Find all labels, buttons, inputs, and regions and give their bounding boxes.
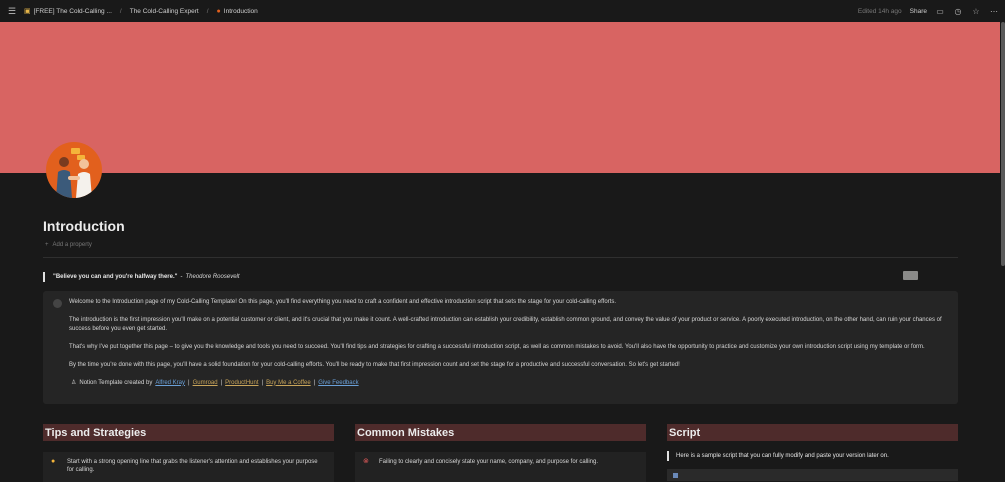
intro-callout[interactable]: Welcome to the Introduction page of my C… — [43, 291, 958, 404]
column-heading[interactable]: Script — [667, 424, 958, 441]
callout-paragraph: That's why I've put together this page –… — [69, 343, 925, 350]
credits-line: ♙ Notion Template created by Alfred Kray… — [69, 379, 948, 388]
breadcrumb-item-introduction[interactable]: Introduction — [224, 8, 258, 15]
page-cover[interactable] — [0, 22, 1000, 173]
comment-icon[interactable]: ▭ — [935, 7, 945, 16]
link-give-feedback[interactable]: Give Feedback — [318, 379, 358, 388]
script-quote[interactable]: Here is a sample script that you can ful… — [667, 451, 958, 461]
add-property-button[interactable]: + Add a property — [45, 242, 92, 248]
handshake-icon[interactable] — [46, 142, 102, 198]
more-icon[interactable]: ⋯ — [989, 7, 999, 16]
credit-prefix: Notion Template created by — [79, 379, 153, 386]
breadcrumb: ▣ [FREE] The Cold-Calling ... / The Cold… — [24, 7, 258, 16]
tip-text: Start with a strong opening line that gr… — [67, 459, 318, 473]
link-separator: | — [313, 379, 316, 386]
add-property-label: Add a property — [52, 242, 92, 248]
link-separator: | — [261, 379, 264, 386]
breadcrumb-separator: / — [119, 7, 122, 15]
star-icon[interactable]: ☆ — [971, 7, 981, 16]
scrollbar[interactable] — [1001, 22, 1005, 266]
link-alfred-kray[interactable]: Alfred Kray — [155, 379, 185, 388]
column-heading[interactable]: Common Mistakes — [355, 424, 646, 441]
callout-paragraph: By the time you're done with this page, … — [69, 361, 680, 368]
checkbox-icon[interactable] — [673, 472, 678, 478]
edited-timestamp: Edited 14h ago — [857, 7, 902, 15]
link-buy-me-a-coffee[interactable]: Buy Me a Coffee — [266, 379, 311, 388]
image-thumbnail[interactable] — [903, 271, 918, 280]
quote-text: "Believe you can and you're halfway ther… — [53, 274, 178, 280]
mistakes-column: Common Mistakes ⊗ Failing to clearly and… — [355, 424, 646, 482]
tips-column: Tips and Strategies ● Start with a stron… — [43, 424, 334, 482]
callout-paragraph: The introduction is the first impression… — [69, 317, 942, 332]
plus-icon: + — [45, 242, 49, 248]
breadcrumb-item-expert[interactable]: The Cold-Calling Expert — [130, 8, 199, 15]
history-icon[interactable]: ◷ — [953, 7, 963, 16]
link-gumroad[interactable]: Gumroad — [193, 379, 218, 388]
callout-paragraph: Welcome to the Introduction page of my C… — [69, 299, 617, 305]
breadcrumb-item-workspace[interactable]: [FREE] The Cold-Calling ... — [34, 8, 112, 15]
avatar-icon — [53, 299, 62, 308]
share-button[interactable]: Share — [910, 8, 927, 15]
quote-author: Theodore Roosevelt — [185, 274, 240, 280]
quote-block[interactable]: "Believe you can and you're halfway ther… — [43, 272, 240, 282]
mistake-text: Failing to clearly and concisely state y… — [379, 459, 599, 465]
handshake-icon: ● — [216, 7, 221, 15]
person-icon: ♙ — [71, 379, 77, 386]
folder-icon: ▣ — [24, 8, 31, 15]
column-heading[interactable]: Tips and Strategies — [43, 424, 334, 441]
menu-icon[interactable]: ☰ — [6, 5, 18, 17]
tip-callout[interactable]: ● Start with a strong opening line that … — [43, 452, 334, 482]
mistake-callout[interactable]: ⊗ Failing to clearly and concisely state… — [355, 452, 646, 482]
divider — [43, 257, 958, 258]
x-circle-icon: ⊗ — [363, 458, 369, 465]
lightbulb-icon: ● — [51, 458, 56, 465]
script-column: Script Here is a sample script that you … — [667, 424, 958, 481]
link-separator: | — [220, 379, 223, 386]
link-producthunt[interactable]: ProductHunt — [225, 379, 258, 388]
quote-dash: - — [180, 274, 183, 280]
top-bar: ☰ ▣ [FREE] The Cold-Calling ... / The Co… — [0, 0, 1005, 22]
breadcrumb-separator: / — [206, 7, 209, 15]
page-title[interactable]: Introduction — [43, 218, 125, 234]
script-card[interactable] — [667, 469, 958, 481]
link-separator: | — [188, 379, 190, 386]
